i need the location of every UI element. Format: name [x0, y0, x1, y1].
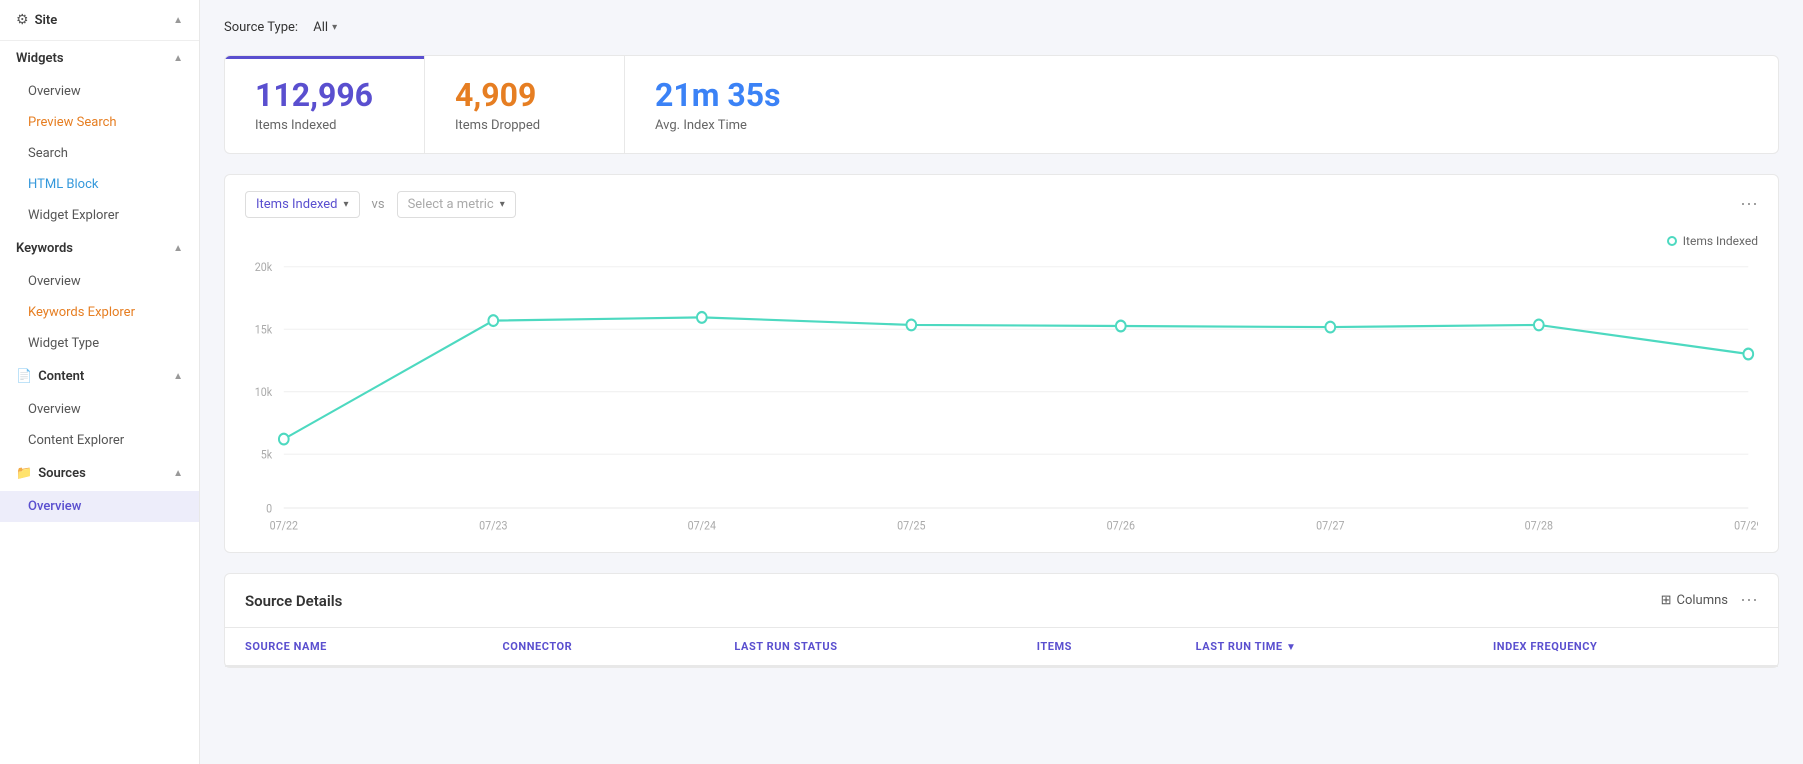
- sidebar-item-search[interactable]: Search: [0, 138, 199, 169]
- source-details-more-icon[interactable]: ⋯: [1740, 590, 1758, 611]
- sidebar-item-widget-type[interactable]: Widget Type: [0, 328, 199, 359]
- col-last-run-status[interactable]: LAST RUN STATUS: [714, 628, 1016, 666]
- metric2-dropdown[interactable]: Select a metric ▾: [397, 191, 516, 218]
- chart-section: Items Indexed ▾ vs Select a metric ▾ ⋯ I…: [224, 174, 1779, 553]
- chart-more-icon[interactable]: ⋯: [1740, 194, 1758, 215]
- columns-grid-icon: ⊞: [1661, 593, 1672, 608]
- stat-items-indexed[interactable]: 112,996 Items Indexed: [225, 56, 425, 153]
- stat-avg-index-time[interactable]: 21m 35s Avg. Index Time: [625, 56, 825, 153]
- sources-chevron-icon: ▲: [173, 468, 183, 479]
- sidebar-section-widgets[interactable]: Widgets ▲: [0, 41, 199, 76]
- content-chevron-icon: ▲: [173, 371, 183, 382]
- stat-label-avg-time: Avg. Index Time: [655, 118, 795, 133]
- sources-section-label: Sources: [38, 466, 86, 481]
- source-details-title: Source Details: [245, 592, 342, 610]
- widgets-section-label: Widgets: [16, 51, 64, 66]
- sidebar-item-preview-search[interactable]: Preview Search: [0, 107, 199, 138]
- chart-legend: Items Indexed: [1667, 234, 1758, 248]
- svg-text:10k: 10k: [255, 385, 273, 399]
- stat-items-dropped[interactable]: 4,909 Items Dropped: [425, 56, 625, 153]
- sidebar-item-keywords-explorer[interactable]: Keywords Explorer: [0, 297, 199, 328]
- source-table: SOURCE NAME CONNECTOR LAST RUN STATUS IT…: [225, 628, 1778, 667]
- svg-text:07/23: 07/23: [479, 519, 507, 533]
- legend-dot-icon: [1667, 236, 1677, 246]
- source-details: Source Details ⊞ Columns ⋯ SOURCE NAME C…: [224, 573, 1779, 668]
- vs-label: vs: [372, 197, 385, 212]
- dropdown-arrow-icon: ▾: [332, 22, 337, 33]
- source-details-header: Source Details ⊞ Columns ⋯: [225, 574, 1778, 628]
- svg-text:07/28: 07/28: [1525, 519, 1553, 533]
- sidebar: ⚙ Site ▲ Widgets ▲ Overview Preview Sear…: [0, 0, 200, 764]
- stat-value-avg-time: 21m 35s: [655, 76, 795, 114]
- svg-text:07/25: 07/25: [897, 519, 925, 533]
- svg-text:07/26: 07/26: [1107, 519, 1135, 533]
- content-section-label: Content: [38, 369, 84, 384]
- columns-button[interactable]: ⊞ Columns: [1661, 593, 1728, 608]
- sidebar-section-keywords[interactable]: Keywords ▲: [0, 231, 199, 266]
- source-type-dropdown[interactable]: All ▾: [305, 16, 345, 39]
- metric2-label: Select a metric: [408, 197, 494, 212]
- sidebar-item-overview-keywords[interactable]: Overview: [0, 266, 199, 297]
- sort-arrow-icon: ▼: [1286, 642, 1296, 653]
- site-chevron-icon: ▲: [173, 15, 183, 26]
- stat-label-dropped: Items Dropped: [455, 118, 594, 133]
- sidebar-section-content[interactable]: 📄 Content ▲: [0, 359, 199, 394]
- metric1-label: Items Indexed: [256, 197, 338, 212]
- site-label: Site: [35, 13, 58, 28]
- svg-text:07/27: 07/27: [1316, 519, 1344, 533]
- stat-value-dropped: 4,909: [455, 76, 594, 114]
- main-content: Source Type: All ▾ 112,996 Items Indexed…: [200, 0, 1803, 764]
- svg-text:20k: 20k: [255, 261, 273, 275]
- sidebar-item-overview-widgets[interactable]: Overview: [0, 76, 199, 107]
- stat-value-indexed: 112,996: [255, 76, 394, 114]
- svg-text:0: 0: [266, 502, 272, 516]
- keywords-section-label: Keywords: [16, 241, 73, 256]
- filter-value: All: [313, 20, 328, 35]
- svg-text:07/22: 07/22: [270, 519, 298, 533]
- metric2-arrow-icon: ▾: [500, 199, 505, 210]
- sidebar-item-content-explorer[interactable]: Content Explorer: [0, 425, 199, 456]
- sidebar-section-sources[interactable]: 📁 Sources ▲: [0, 456, 199, 491]
- keywords-chevron-icon: ▲: [173, 243, 183, 254]
- stat-label-indexed: Items Indexed: [255, 118, 394, 133]
- col-source-name[interactable]: SOURCE NAME: [225, 628, 483, 666]
- col-connector[interactable]: CONNECTOR: [483, 628, 715, 666]
- columns-label: Columns: [1677, 593, 1729, 608]
- col-last-run-time[interactable]: LAST RUN TIME ▼: [1176, 628, 1473, 666]
- chart-controls: Items Indexed ▾ vs Select a metric ▾ ⋯: [245, 191, 1758, 218]
- table-actions: ⊞ Columns ⋯: [1661, 590, 1758, 611]
- filter-label: Source Type:: [224, 20, 301, 35]
- metric1-arrow-icon: ▾: [344, 199, 349, 210]
- stats-row: 112,996 Items Indexed 4,909 Items Droppe…: [224, 55, 1779, 154]
- col-index-frequency[interactable]: INDEX FREQUENCY: [1473, 628, 1778, 666]
- chart-area: 20k 15k 10k 5k 0: [245, 256, 1758, 536]
- sources-icon: 📁: [16, 466, 32, 481]
- svg-text:07/24: 07/24: [688, 519, 717, 533]
- metric1-dropdown[interactable]: Items Indexed ▾: [245, 191, 360, 218]
- legend-label: Items Indexed: [1683, 234, 1758, 248]
- source-type-filter: Source Type: All ▾: [224, 16, 1779, 39]
- content-icon: 📄: [16, 369, 32, 384]
- sidebar-item-overview-content[interactable]: Overview: [0, 394, 199, 425]
- chart-svg: 20k 15k 10k 5k 0: [245, 256, 1758, 536]
- sidebar-item-html-block[interactable]: HTML Block: [0, 169, 199, 200]
- svg-text:07/29: 07/29: [1734, 519, 1758, 533]
- sidebar-item-sources-overview[interactable]: Overview: [0, 491, 199, 522]
- svg-text:5k: 5k: [261, 448, 273, 462]
- widgets-chevron-icon: ▲: [173, 53, 183, 64]
- sidebar-site-section[interactable]: ⚙ Site ▲: [0, 0, 199, 41]
- site-icon: ⚙: [16, 12, 29, 28]
- sidebar-item-widget-explorer[interactable]: Widget Explorer: [0, 200, 199, 231]
- table-header-row: SOURCE NAME CONNECTOR LAST RUN STATUS IT…: [225, 628, 1778, 666]
- col-items[interactable]: ITEMS: [1017, 628, 1176, 666]
- svg-text:15k: 15k: [255, 323, 273, 337]
